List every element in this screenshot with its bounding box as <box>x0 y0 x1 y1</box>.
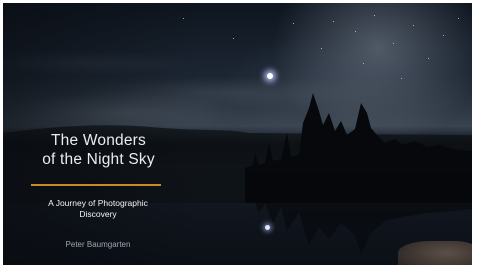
subtitle-line-2: Discovery <box>79 209 117 219</box>
slide-subtitle: A Journey of Photographic Discovery <box>23 198 173 220</box>
slide-title: The Wonders of the Night Sky <box>21 131 176 169</box>
subtitle-line-1: A Journey of Photographic <box>48 198 148 208</box>
slide-canvas: The Wonders of the Night Sky A Journey o… <box>3 3 472 265</box>
foreground-rock <box>398 241 472 265</box>
title-divider <box>31 184 161 186</box>
author-name: Peter Baumgarten <box>65 240 131 249</box>
title-line-2: of the Night Sky <box>42 151 155 168</box>
title-line-1: The Wonders <box>51 132 146 149</box>
